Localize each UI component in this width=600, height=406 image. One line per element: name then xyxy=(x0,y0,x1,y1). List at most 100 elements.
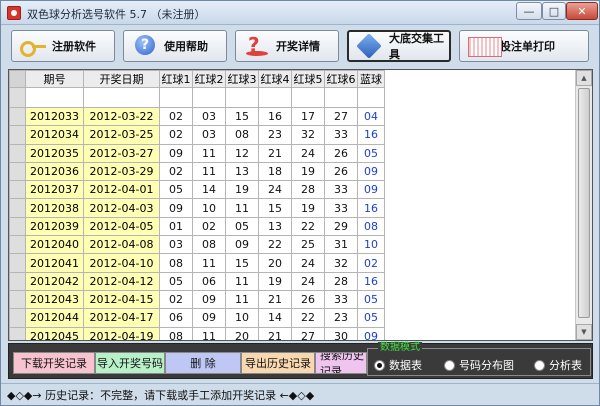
register-button[interactable]: 注册软件 xyxy=(11,30,115,62)
issue-cell[interactable]: 2012038 xyxy=(25,198,84,218)
issue-cell[interactable]: 2012042 xyxy=(25,271,84,291)
row-header[interactable] xyxy=(9,106,26,127)
radio-unchecked-icon[interactable] xyxy=(444,359,455,371)
red-ball-cell[interactable]: 21 xyxy=(258,326,292,340)
blue-ball-cell[interactable]: 09 xyxy=(357,161,385,182)
red-ball-cell[interactable]: 09 xyxy=(192,289,226,310)
date-cell[interactable]: 2012-04-05 xyxy=(83,216,160,237)
red-ball-cell[interactable]: 09 xyxy=(159,198,193,218)
red-ball-cell[interactable]: 10 xyxy=(192,198,226,218)
red-ball-cell[interactable]: 03 xyxy=(159,235,193,255)
col-header-red2[interactable]: 红球2 xyxy=(192,70,226,88)
col-header-red4[interactable]: 红球4 xyxy=(258,70,292,88)
table-row[interactable]: 2012034 2012-03-25 02 03 08 23 32 33 16 xyxy=(9,125,385,145)
red-ball-cell[interactable]: 23 xyxy=(324,308,358,328)
red-ball-cell[interactable]: 09 xyxy=(159,143,193,163)
red-ball-cell[interactable]: 14 xyxy=(258,308,292,328)
red-ball-cell[interactable]: 08 xyxy=(159,253,193,273)
red-ball-cell[interactable]: 17 xyxy=(291,106,325,127)
red-ball-cell[interactable]: 33 xyxy=(324,198,358,218)
date-cell[interactable]: 2012-03-27 xyxy=(83,143,160,163)
scrollbar-thumb[interactable] xyxy=(578,88,590,318)
table-row[interactable]: 2012041 2012-04-10 08 11 15 20 24 32 02 xyxy=(9,253,385,273)
blue-ball-cell[interactable]: 08 xyxy=(357,216,385,237)
issue-cell[interactable]: 2012043 xyxy=(25,289,84,310)
row-header[interactable] xyxy=(9,216,26,237)
red-ball-cell[interactable]: 22 xyxy=(258,235,292,255)
mode-radio-distribution[interactable]: 号码分布图 xyxy=(444,357,514,373)
red-ball-cell[interactable]: 28 xyxy=(291,180,325,200)
table-row[interactable]: 2012044 2012-04-17 06 09 10 14 22 23 05 xyxy=(9,308,385,328)
red-ball-cell[interactable]: 31 xyxy=(324,235,358,255)
issue-cell[interactable]: 2012035 xyxy=(25,143,84,163)
scroll-up-icon[interactable]: ▲ xyxy=(576,70,592,86)
col-header-red6[interactable]: 红球6 xyxy=(324,70,358,88)
red-ball-cell[interactable]: 27 xyxy=(324,106,358,127)
red-ball-cell[interactable]: 11 xyxy=(192,253,226,273)
table-row[interactable]: 2012042 2012-04-12 05 06 11 19 24 28 16 xyxy=(9,271,385,291)
vertical-scrollbar[interactable]: ▲ ▼ xyxy=(575,70,592,340)
export-history-button[interactable]: 导出历史记录 xyxy=(241,352,315,374)
print-button[interactable]: 投注单打印 xyxy=(459,30,589,62)
help-button[interactable]: 使用帮助 xyxy=(123,30,227,62)
red-ball-cell[interactable]: 12 xyxy=(225,143,259,163)
date-cell[interactable]: 2012-04-19 xyxy=(83,326,160,340)
red-ball-cell[interactable]: 06 xyxy=(192,271,226,291)
details-button[interactable]: 开奖详情 xyxy=(235,30,339,62)
table-row[interactable]: 2012036 2012-03-29 02 11 13 18 19 26 09 xyxy=(9,161,385,182)
col-header-red5[interactable]: 红球5 xyxy=(291,70,325,88)
issue-cell[interactable]: 2012039 xyxy=(25,216,84,237)
date-cell[interactable]: 2012-04-15 xyxy=(83,289,160,310)
row-header[interactable] xyxy=(9,125,26,145)
issue-cell[interactable]: 2012037 xyxy=(25,180,84,200)
row-header[interactable] xyxy=(9,161,26,182)
red-ball-cell[interactable]: 24 xyxy=(291,143,325,163)
date-cell[interactable]: 2012-03-25 xyxy=(83,125,160,145)
new-entry-row[interactable] xyxy=(9,87,385,108)
red-ball-cell[interactable]: 09 xyxy=(192,308,226,328)
row-header[interactable] xyxy=(9,180,26,200)
close-button[interactable]: ✕ xyxy=(566,2,598,20)
radio-checked-icon[interactable] xyxy=(374,359,385,371)
red-ball-cell[interactable]: 26 xyxy=(291,289,325,310)
red-ball-cell[interactable]: 11 xyxy=(225,271,259,291)
table-row[interactable]: 2012039 2012-04-05 01 02 05 13 22 29 08 xyxy=(9,216,385,237)
red-ball-cell[interactable]: 02 xyxy=(159,289,193,310)
table-row[interactable]: 2012035 2012-03-27 09 11 12 21 24 26 05 xyxy=(9,143,385,163)
blue-ball-cell[interactable]: 05 xyxy=(357,289,385,310)
table-row[interactable]: 2012037 2012-04-01 05 14 19 24 28 33 09 xyxy=(9,180,385,200)
col-header-red1[interactable]: 红球1 xyxy=(159,70,193,88)
col-header-red3[interactable]: 红球3 xyxy=(225,70,259,88)
col-header-issue[interactable]: 期号 xyxy=(25,70,84,88)
red-ball-cell[interactable]: 02 xyxy=(159,106,193,127)
red-ball-cell[interactable]: 32 xyxy=(324,253,358,273)
row-header[interactable] xyxy=(9,271,26,291)
issue-cell[interactable]: 2012044 xyxy=(25,308,84,328)
red-ball-cell[interactable]: 20 xyxy=(258,253,292,273)
red-ball-cell[interactable]: 22 xyxy=(291,216,325,237)
blue-ball-cell[interactable]: 16 xyxy=(357,198,385,218)
input-cell[interactable] xyxy=(357,87,385,108)
red-ball-cell[interactable]: 33 xyxy=(324,289,358,310)
row-header[interactable] xyxy=(9,289,26,310)
blue-ball-cell[interactable]: 05 xyxy=(357,143,385,163)
red-ball-cell[interactable]: 10 xyxy=(225,308,259,328)
blue-ball-cell[interactable]: 10 xyxy=(357,235,385,255)
red-ball-cell[interactable]: 29 xyxy=(324,216,358,237)
red-ball-cell[interactable]: 05 xyxy=(159,180,193,200)
issue-cell[interactable]: 2012033 xyxy=(25,106,84,127)
red-ball-cell[interactable]: 02 xyxy=(159,125,193,145)
red-ball-cell[interactable]: 01 xyxy=(159,216,193,237)
red-ball-cell[interactable]: 26 xyxy=(324,143,358,163)
red-ball-cell[interactable]: 21 xyxy=(258,289,292,310)
row-header[interactable] xyxy=(9,253,26,273)
date-cell[interactable]: 2012-04-01 xyxy=(83,180,160,200)
red-ball-cell[interactable]: 15 xyxy=(225,253,259,273)
scroll-down-icon[interactable]: ▼ xyxy=(576,324,592,340)
red-ball-cell[interactable]: 20 xyxy=(225,326,259,340)
red-ball-cell[interactable]: 11 xyxy=(192,161,226,182)
date-cell[interactable]: 2012-04-12 xyxy=(83,271,160,291)
input-cell[interactable] xyxy=(192,87,226,108)
minimize-button[interactable]: — xyxy=(516,2,542,20)
red-ball-cell[interactable]: 19 xyxy=(258,271,292,291)
